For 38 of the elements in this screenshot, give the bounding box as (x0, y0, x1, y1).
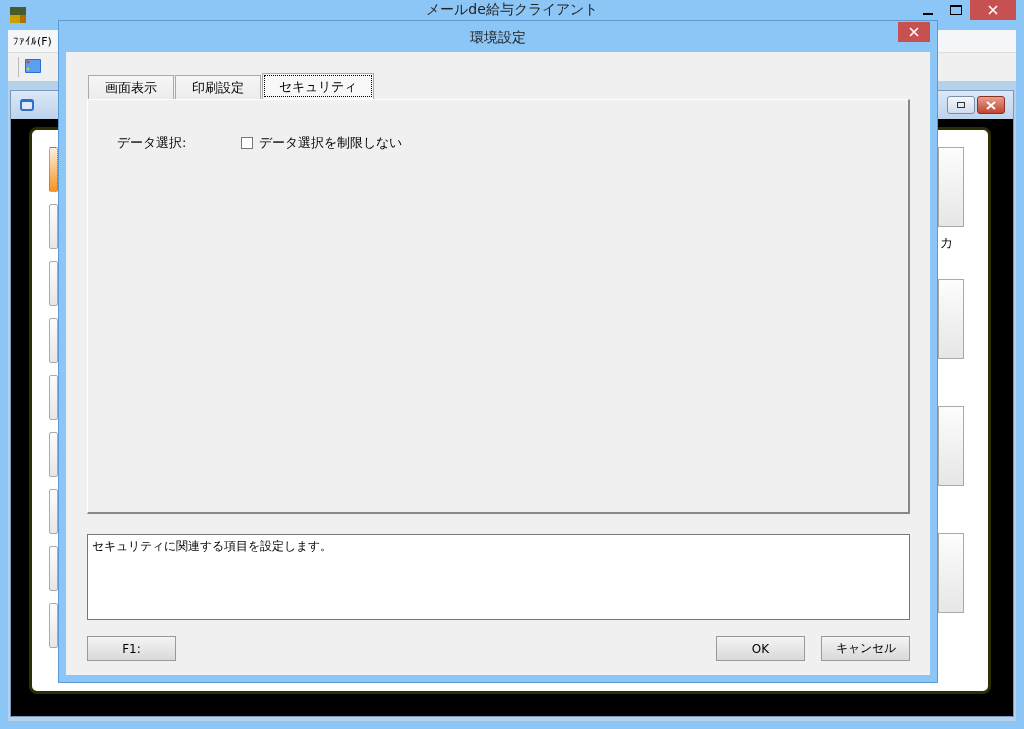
restore-button[interactable] (947, 96, 975, 114)
launcher-button[interactable] (49, 261, 58, 306)
side-button[interactable] (938, 147, 964, 227)
launcher-button[interactable] (49, 375, 58, 420)
checkbox[interactable] (241, 137, 253, 149)
dialog-title: 環境設定 (469, 28, 527, 47)
minimize-icon (923, 13, 933, 15)
window-icon (19, 97, 35, 113)
menu-item[interactable]: ﾌｧｲﾙ(F) (12, 34, 53, 48)
launcher-button[interactable] (49, 489, 58, 534)
close-icon (988, 5, 998, 15)
window-title: メールde給与クライアント (426, 0, 598, 18)
monitor-icon[interactable] (18, 57, 38, 77)
launcher-button[interactable] (49, 603, 58, 648)
close-button[interactable] (977, 96, 1005, 114)
launcher-button[interactable] (49, 318, 58, 363)
ok-button[interactable]: OK (716, 636, 805, 661)
description-box: セキュリティに関連する項目を設定します。 (87, 534, 910, 620)
app-icon (10, 7, 26, 23)
button-label: カ (940, 234, 954, 252)
field-label: データ選択: (117, 134, 188, 152)
side-button[interactable] (938, 533, 964, 613)
close-icon (986, 100, 996, 110)
launcher-button[interactable] (49, 432, 58, 477)
tab[interactable]: セキュリティ (262, 73, 374, 99)
help-button[interactable]: F1: (87, 636, 176, 661)
tab[interactable]: 印刷設定 (175, 75, 261, 99)
cancel-button[interactable]: キャンセル (821, 636, 910, 661)
checkbox-label[interactable]: データ選択を制限しない (259, 134, 402, 152)
tab[interactable]: 画面表示 (88, 75, 174, 99)
maximize-icon (950, 5, 962, 15)
restore-icon (956, 101, 966, 109)
launcher-button[interactable] (49, 204, 58, 249)
close-icon (909, 27, 919, 37)
launcher-button[interactable] (49, 546, 58, 591)
side-button[interactable] (938, 406, 964, 486)
close-button[interactable] (898, 22, 930, 42)
side-button[interactable] (938, 279, 964, 359)
